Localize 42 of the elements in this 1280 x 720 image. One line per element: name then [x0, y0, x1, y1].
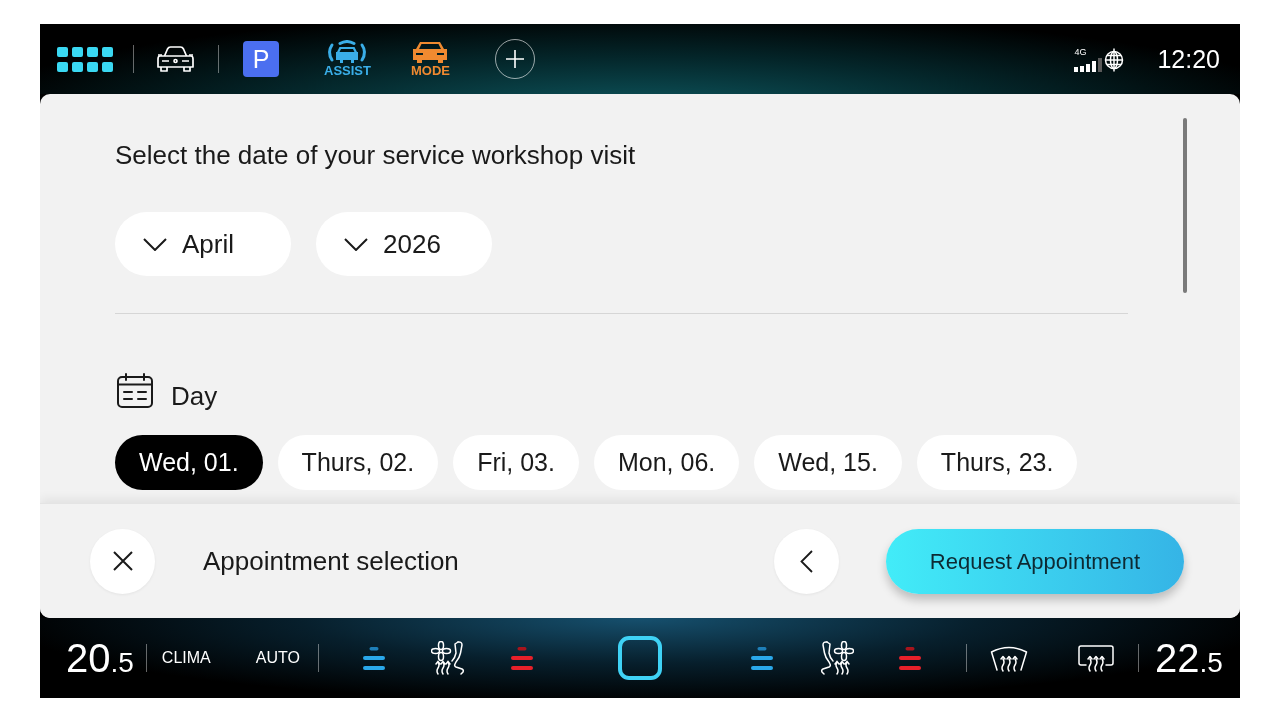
day-chip[interactable]: Wed, 01. [115, 435, 263, 490]
mode-button[interactable]: MODE [410, 40, 450, 78]
day-label: Day [171, 379, 218, 411]
close-icon [112, 551, 133, 571]
dropdown[interactable]: 2026 [316, 212, 492, 276]
day-chip[interactable]: Thurs, 02. [277, 435, 439, 490]
apps-grid-icon[interactable] [57, 46, 113, 72]
clima-button[interactable]: CLIMA [161, 646, 211, 670]
clock-time: 12:20 [1157, 46, 1220, 72]
cooling-level-icon[interactable] [362, 646, 385, 670]
seat-ventilation-icon[interactable] [819, 641, 854, 675]
day-chip[interactable]: Fri, 03. [453, 435, 579, 490]
calendar-icon [117, 373, 153, 408]
auto-button[interactable]: AUTO [255, 646, 300, 670]
globe-icon [1104, 47, 1125, 72]
heating-level-icon[interactable] [510, 646, 533, 670]
signal-bars-icon [1074, 57, 1104, 72]
day-chip[interactable]: Wed, 15. [754, 435, 902, 490]
request-appointment-button[interactable]: Request Appointment [886, 528, 1184, 594]
assist-button[interactable]: ASSIST [324, 40, 371, 78]
chevron-down-icon [344, 237, 368, 251]
seat-ventilation-icon[interactable] [430, 641, 465, 675]
home-button[interactable] [617, 636, 662, 680]
car-front-icon[interactable] [157, 45, 194, 73]
day-chip[interactable]: Thurs, 23. [916, 435, 1078, 490]
sheet-title: Appointment selection [203, 546, 459, 576]
dropdown[interactable]: April [115, 212, 291, 276]
temperature-display[interactable]: 22.5 [1154, 638, 1223, 678]
chevron-down-icon [143, 237, 167, 251]
chevron-left-icon [800, 549, 813, 573]
page-title: Select the date of your service workshop visit [115, 140, 636, 170]
plus-icon [505, 50, 524, 68]
car-front-icon [412, 40, 449, 64]
rear-window-defrost-icon[interactable] [1077, 644, 1114, 672]
parking-button[interactable]: P [243, 41, 279, 77]
day-chip[interactable]: Mon, 06. [593, 435, 740, 490]
scrollbar-thumb[interactable] [1183, 118, 1187, 293]
heating-level-icon[interactable] [898, 646, 921, 670]
cooling-level-icon[interactable] [750, 646, 773, 670]
network-type-label: 4G [1074, 46, 1087, 57]
temperature-display[interactable]: 20.5 [66, 638, 134, 678]
windshield-defrost-icon[interactable] [989, 644, 1028, 672]
